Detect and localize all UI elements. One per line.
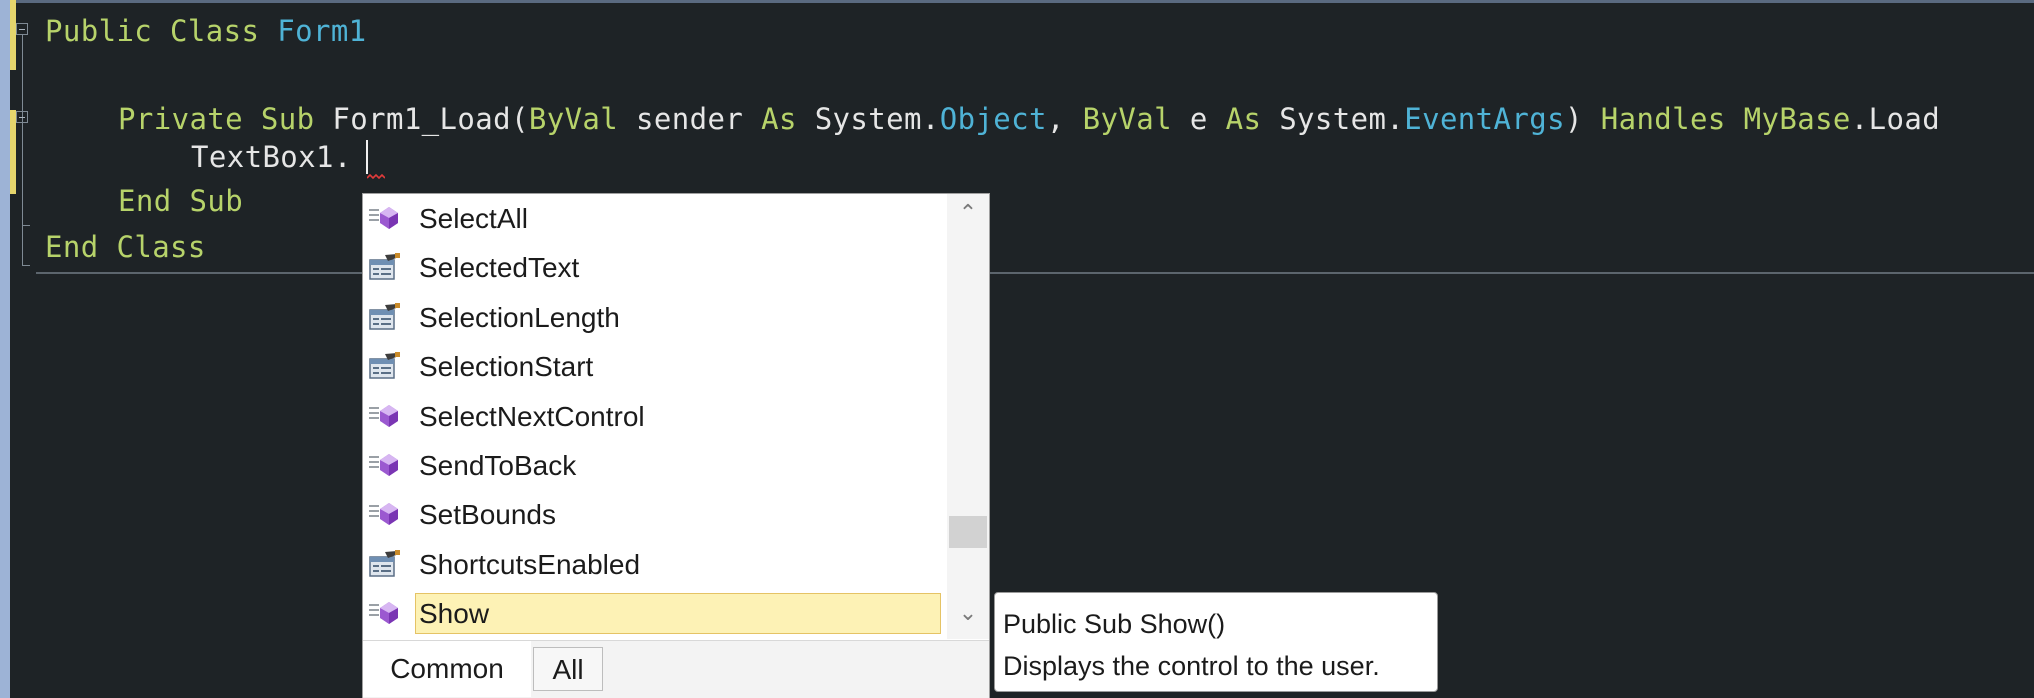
method-icon (369, 402, 401, 430)
completion-item-label: SendToBack (419, 450, 577, 481)
completion-item[interactable]: SelectionLength (363, 293, 945, 342)
completion-item[interactable]: SelectionStart (363, 342, 945, 391)
code-line-1[interactable]: Public Class Form1 (45, 12, 367, 50)
completion-item-label: SelectAll (419, 203, 528, 234)
method-icon (369, 599, 401, 627)
completion-item-label: SelectNextControl (419, 400, 645, 432)
editor-top-border (10, 0, 2034, 3)
property-icon (369, 352, 401, 380)
completion-item[interactable]: SelectAll (363, 194, 945, 243)
tooltip-signature: Public Sub Show() (1003, 609, 1226, 639)
completion-item[interactable]: SendToBack (363, 441, 945, 490)
procedure-separator (36, 272, 2034, 274)
method-name: Form1_Load( (332, 102, 529, 136)
member-access: TextBox1. (191, 140, 352, 174)
keyword: ByVal (528, 102, 619, 136)
method-icon (369, 500, 401, 528)
punctuation: ) (1564, 102, 1583, 136)
completion-item[interactable]: SelectedText (363, 243, 945, 292)
class-name: Form1 (277, 14, 367, 48)
param-name: e (1189, 102, 1208, 136)
completion-item-label: ShortcutsEnabled (419, 548, 641, 580)
keyword: MyBase (1743, 102, 1851, 136)
text-caret (366, 140, 368, 174)
completion-item[interactable]: SetBounds (363, 490, 945, 539)
list-scrollbar[interactable]: ⌃ ⌄ (947, 194, 989, 639)
scroll-up-arrow-icon[interactable]: ⌃ (947, 194, 989, 234)
completion-item-label: SetBounds (419, 499, 556, 531)
fold-end-tick (22, 225, 30, 226)
keyword: Sub (260, 102, 315, 136)
keyword: Sub (189, 184, 244, 218)
type-name: Object (939, 102, 1047, 136)
intellisense-list[interactable]: SelectAll SelectedText SelectionLength Sele… (362, 193, 990, 698)
fold-guide (22, 35, 23, 265)
keyword: ByVal (1082, 102, 1172, 136)
code-line-4[interactable]: TextBox1. (191, 138, 352, 176)
change-indicator-bar (10, 0, 16, 70)
collapse-class-icon[interactable] (16, 23, 28, 35)
type-name: EventArgs (1404, 102, 1565, 136)
completion-item[interactable]: SelectNextControl (363, 392, 945, 441)
method-icon (369, 451, 401, 479)
error-squiggle (367, 174, 385, 180)
tooltip-description: Displays the control to the user. (1003, 651, 1380, 681)
selection-highlight (415, 593, 941, 635)
keyword: End (118, 184, 172, 218)
keyword: Class (170, 14, 260, 48)
keyword: Public (45, 14, 153, 48)
tab-all[interactable]: All (533, 647, 603, 691)
completion-item-label: Show (419, 598, 490, 630)
keyword: As (1225, 102, 1262, 136)
filter-tabs: Common All (363, 640, 989, 698)
completion-item[interactable]: ShortcutsEnabled (363, 540, 945, 589)
punctuation: , (1046, 102, 1065, 136)
keyword: As (761, 102, 797, 136)
method-icon (369, 204, 401, 232)
collapse-sub-icon[interactable] (16, 111, 28, 123)
namespace: System. (1279, 102, 1405, 136)
keyword: Private (118, 102, 244, 136)
property-icon (369, 549, 401, 578)
code-line-5[interactable]: End Sub (118, 182, 243, 220)
code-line-3[interactable]: Private Sub Form1_Load(ByVal sender As S… (118, 100, 1940, 138)
keyword: Handles (1600, 102, 1726, 136)
tab-common[interactable]: Common (363, 641, 531, 697)
completion-item-label: SelectedText (419, 252, 580, 284)
completion-item-label: SelectionLength (419, 301, 620, 333)
property-icon (369, 253, 401, 281)
scroll-down-arrow-icon[interactable]: ⌄ (947, 594, 989, 634)
completion-item-label: SelectionStart (419, 351, 594, 383)
property-icon (369, 302, 401, 331)
event-name: .Load (1850, 102, 1941, 136)
keyword: Class (116, 230, 206, 264)
fold-end-tick (22, 265, 30, 266)
completion-item[interactable]: Show (363, 589, 945, 638)
code-line-6[interactable]: End Class (45, 228, 206, 266)
param-name: sender (636, 102, 744, 136)
quick-info-tooltip: Public Sub Show() Displays the control t… (994, 592, 1438, 692)
scroll-thumb[interactable] (949, 516, 987, 548)
keyword: End (45, 230, 99, 264)
namespace: System. (814, 102, 940, 136)
